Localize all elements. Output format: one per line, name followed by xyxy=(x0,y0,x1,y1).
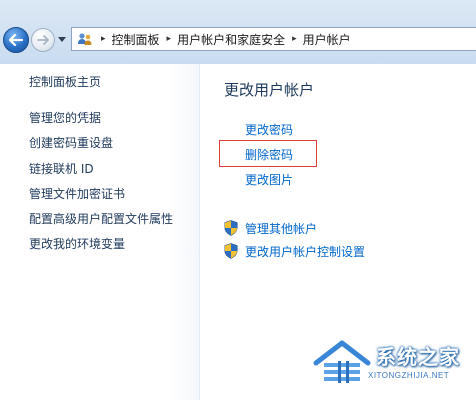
highlight-annotation xyxy=(219,140,317,167)
page-title: 更改用户帐户 xyxy=(224,81,315,99)
watermark: 系统之家 XITONGZHIJIA.NET xyxy=(310,335,476,397)
sidebar-item-manage-encryption-certificates[interactable]: 管理文件加密证书 xyxy=(29,185,125,202)
uac-settings-label: 更改用户帐户控制设置 xyxy=(245,244,366,259)
recent-pages-dropdown[interactable] xyxy=(57,34,67,44)
control-panel-users-icon xyxy=(76,31,94,47)
sidebar-item-advanced-profile-properties[interactable]: 配置高级用户配置文件属性 xyxy=(29,210,173,227)
chevron-right-icon[interactable]: ▸ xyxy=(292,34,297,44)
back-button[interactable] xyxy=(3,27,29,53)
uac-settings-link[interactable]: 更改用户帐户控制设置 xyxy=(223,242,365,260)
chevron-down-icon xyxy=(58,36,66,42)
address-bar[interactable]: ▸ 控制面板 ▸ 用户帐户和家庭安全 ▸ 用户帐户 xyxy=(71,27,476,51)
manage-other-accounts-link[interactable]: 管理其他帐户 xyxy=(223,219,317,237)
navigation-bar: ▸ 控制面板 ▸ 用户帐户和家庭安全 ▸ 用户帐户 xyxy=(0,0,476,64)
sidebar-item-environment-variables[interactable]: 更改我的环境变量 xyxy=(29,235,125,252)
manage-other-accounts-label: 管理其他帐户 xyxy=(245,221,318,236)
uac-shield-icon xyxy=(223,243,239,260)
breadcrumb-control-panel[interactable]: 控制面板 xyxy=(112,31,160,48)
chevron-right-icon[interactable]: ▸ xyxy=(101,34,106,44)
watermark-subtitle: XITONGZHIJIA.NET xyxy=(368,371,450,380)
watermark-title: 系统之家 xyxy=(376,345,460,369)
sidebar-item-manage-credentials[interactable]: 管理您的凭据 xyxy=(29,109,101,126)
sidebar: 控制面板主页 管理您的凭据 创建密码重设盘 链接联机 ID 管理文件加密证书 配… xyxy=(0,64,200,400)
breadcrumb-user-accounts[interactable]: 用户帐户 xyxy=(303,31,351,48)
house-logo-icon xyxy=(313,340,371,383)
forward-button[interactable] xyxy=(31,28,55,52)
back-arrow-icon xyxy=(9,34,23,46)
uac-shield-icon xyxy=(223,220,239,237)
change-password-link[interactable]: 更改密码 xyxy=(245,121,293,138)
sidebar-item-create-reset-disk[interactable]: 创建密码重设盘 xyxy=(29,134,113,151)
breadcrumb-user-accounts-family-safety[interactable]: 用户帐户和家庭安全 xyxy=(177,31,285,48)
forward-arrow-icon xyxy=(37,35,49,45)
sidebar-item-control-panel-home[interactable]: 控制面板主页 xyxy=(29,73,101,90)
change-picture-link[interactable]: 更改图片 xyxy=(245,171,293,188)
chevron-right-icon[interactable]: ▸ xyxy=(167,34,172,44)
sidebar-item-link-online-id[interactable]: 链接联机 ID xyxy=(29,160,94,177)
